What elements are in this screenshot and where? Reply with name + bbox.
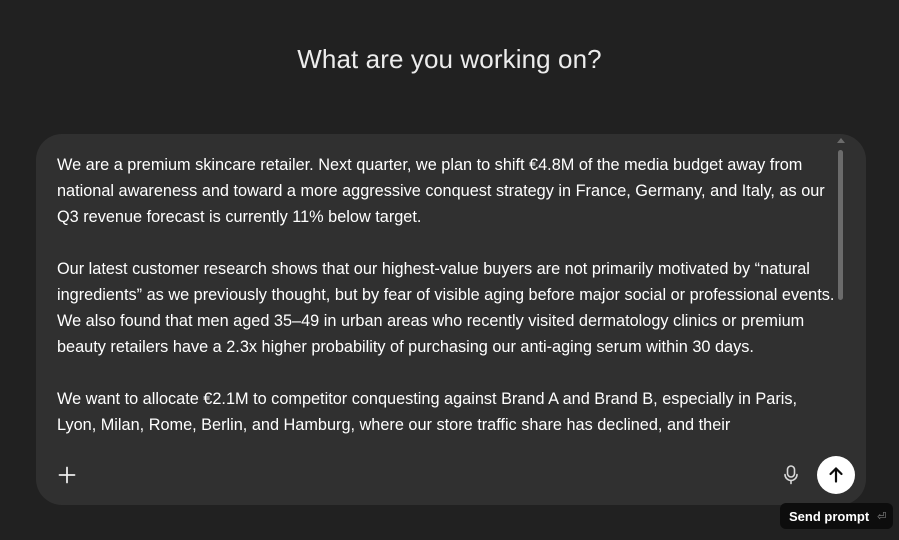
microphone-icon [784, 465, 798, 485]
tooltip-label: Send prompt [789, 508, 870, 524]
prompt-composer: We are a premium skincare retailer. Next… [36, 134, 866, 505]
prompt-paragraph: We want to allocate €2.1M to competitor … [57, 390, 798, 434]
send-prompt-tooltip: Send prompt ⏎ [780, 503, 893, 529]
add-attachment-button[interactable] [53, 461, 81, 489]
scroll-up-arrow-icon[interactable] [837, 138, 845, 143]
prompt-text[interactable]: We are a premium skincare retailer. Next… [57, 152, 837, 438]
prompt-scrollbar[interactable] [836, 138, 846, 434]
enter-key-icon: ⏎ [877, 510, 887, 523]
prompt-paragraph: Our latest customer research shows that … [57, 260, 835, 356]
prompt-paragraph: We are a premium skincare retailer. Next… [57, 156, 825, 226]
arrow-up-icon [829, 467, 843, 483]
send-prompt-button[interactable] [817, 456, 855, 494]
plus-icon [58, 466, 76, 484]
scrollbar-thumb[interactable] [838, 150, 843, 300]
chat-page: What are you working on? We are a premiu… [0, 0, 899, 540]
dictate-button[interactable] [780, 463, 802, 487]
page-heading: What are you working on? [297, 44, 602, 74]
prompt-input[interactable]: We are a premium skincare retailer. Next… [57, 152, 837, 452]
